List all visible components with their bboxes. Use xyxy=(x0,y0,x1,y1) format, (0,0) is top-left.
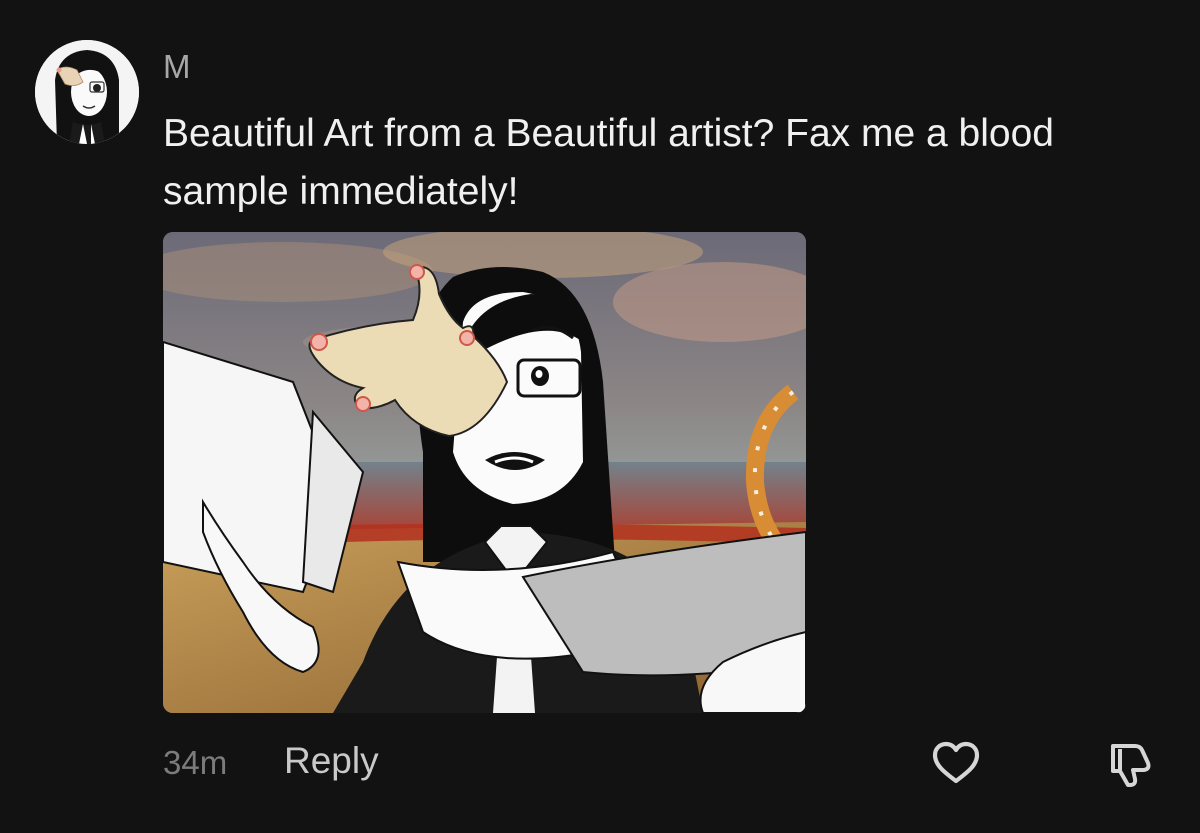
comment-author[interactable]: M xyxy=(163,48,191,86)
dislike-button[interactable] xyxy=(1101,736,1155,790)
comment-text: Beautiful Art from a Beautiful artist? F… xyxy=(163,112,1054,213)
comment-image[interactable] xyxy=(163,232,806,713)
heart-icon xyxy=(932,741,980,784)
avatar[interactable] xyxy=(35,40,139,144)
avatar-image xyxy=(35,40,139,144)
comment-timestamp: 34m xyxy=(163,744,228,781)
thumbs-down-icon xyxy=(1111,744,1151,787)
comment-illustration xyxy=(163,232,806,713)
reply-button[interactable]: Reply xyxy=(284,740,379,782)
like-button[interactable] xyxy=(929,736,983,790)
